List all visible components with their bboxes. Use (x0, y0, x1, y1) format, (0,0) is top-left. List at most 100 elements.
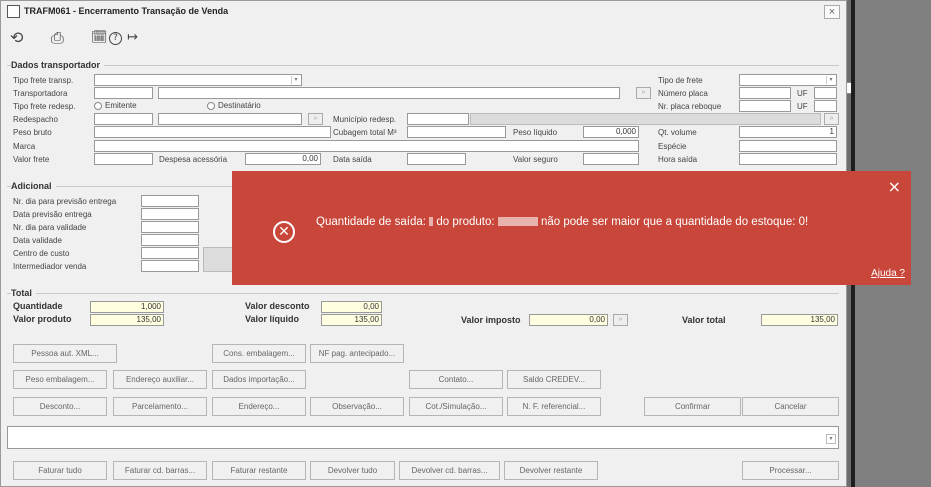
centro-custo-input[interactable] (141, 247, 199, 259)
adicional-title: Adicional (11, 181, 56, 191)
confirmar-button[interactable]: Confirmar (644, 397, 741, 416)
nr-dia-previsao-label: Nr. dia para previsão entrega (13, 197, 117, 206)
marca-input[interactable] (94, 140, 639, 152)
nr-dia-previsao-input[interactable] (141, 195, 199, 207)
data-validade-label: Data validade (13, 236, 62, 245)
valor-desconto-field: 0,00 (321, 301, 382, 313)
faturar-restante-button[interactable]: Faturar restante (212, 461, 306, 480)
close-icon[interactable]: × (888, 177, 901, 196)
cons-embalagem-button[interactable]: Cons. embalagem... (212, 344, 306, 363)
peso-bruto-input[interactable] (94, 126, 331, 138)
nf-referencial-button[interactable]: N. F. referencial... (507, 397, 601, 416)
peso-embalagem-button[interactable]: Peso embalagem... (13, 370, 107, 389)
total-title: Total (11, 288, 36, 298)
exit-icon[interactable]: ↦ (127, 30, 138, 45)
tipo-frete-redesp-label: Tipo frete redesp. (13, 102, 76, 111)
dados-importacao-button[interactable]: Dados importação... (212, 370, 306, 389)
parcelamento-button[interactable]: Parcelamento... (113, 397, 207, 416)
print-icon[interactable]: ⎙ (51, 28, 64, 48)
data-validade-input[interactable] (141, 234, 199, 246)
destinatario-radio[interactable]: Destinatário (207, 101, 261, 110)
redespacho-code-input[interactable] (94, 113, 153, 125)
emitente-radio[interactable]: Emitente (94, 101, 137, 110)
destinatario-label: Destinatário (218, 101, 261, 110)
numero-placa-input[interactable] (739, 87, 791, 99)
valor-imposto-field: 0,00 (529, 314, 608, 326)
valor-frete-label: Valor frete (13, 155, 50, 164)
observation-textbox[interactable]: ▾ (7, 426, 839, 449)
error-notification: × ✕ Quantidade de saída: do produto: não… (232, 171, 911, 285)
valor-seguro-input[interactable] (583, 153, 639, 165)
contato-button[interactable]: Contato... (409, 370, 503, 389)
endereco-auxiliar-button[interactable]: Endereço auxiliar... (113, 370, 207, 389)
cot-simulacao-button[interactable]: Cot./Simulação... (409, 397, 503, 416)
peso-liquido-input[interactable]: 0,000 (583, 126, 639, 138)
cancelar-button[interactable]: Cancelar (742, 397, 839, 416)
valor-liquido-label: Valor líquido (245, 314, 300, 324)
error-message-part3: não pode ser maior que a quantidade do e… (537, 216, 809, 228)
cubagem-input[interactable] (407, 126, 506, 138)
error-message: Quantidade de saída: do produto: não pod… (316, 215, 876, 230)
intermediador-label: Intermediador venda (13, 262, 87, 271)
window-close-button[interactable]: × (824, 5, 840, 19)
redespacho-label: Redespacho (13, 115, 58, 124)
error-message-part2: do produto: (433, 216, 498, 228)
saldo-credev-button[interactable]: Saldo CREDEV... (507, 370, 601, 389)
total-group (7, 293, 839, 333)
peso-liquido-label: Peso líquido (513, 128, 558, 137)
transportadora-name-input[interactable] (158, 87, 620, 99)
devolver-restante-button[interactable]: Devolver restante (504, 461, 598, 480)
peso-bruto-label: Peso bruto (13, 128, 52, 137)
tipo-frete-transp-label: Tipo frete transp. (13, 76, 74, 85)
valor-desconto-label: Valor desconto (245, 301, 310, 311)
valor-imposto-label: Valor imposto (461, 315, 521, 325)
desconto-button[interactable]: Desconto... (13, 397, 107, 416)
nr-placa-reboque-input[interactable] (739, 100, 791, 112)
valor-total-field: 135,00 (761, 314, 838, 326)
despesa-acessoria-label: Despesa acessória (159, 155, 228, 164)
help-link[interactable]: Ajuda ? (871, 268, 905, 279)
radio-icon (94, 101, 102, 110)
centro-custo-label: Centro de custo (13, 249, 70, 258)
redespacho-name-input[interactable] (158, 113, 302, 125)
municipio-lookup-button[interactable]: » (824, 113, 839, 125)
tipo-frete-transp-select[interactable]: ▾ (94, 74, 302, 86)
nf-pag-antecipado-button[interactable]: NF pag. antecipado... (310, 344, 404, 363)
devolver-cd-barras-button[interactable]: Devolver cd. barras... (399, 461, 500, 480)
refresh-icon[interactable]: ⟲ (10, 28, 23, 47)
observacao-button[interactable]: Observação... (310, 397, 404, 416)
transportadora-lookup-button[interactable]: » (636, 87, 651, 99)
faturar-cd-barras-button[interactable]: Faturar cd. barras... (113, 461, 207, 480)
nr-dia-validade-input[interactable] (141, 221, 199, 233)
pessoa-aut-xml-button[interactable]: Pessoa aut. XML... (13, 344, 117, 363)
intermediador-input[interactable] (141, 260, 199, 272)
municipio-name-input (470, 113, 821, 125)
valor-frete-input[interactable] (94, 153, 153, 165)
especie-input[interactable] (739, 140, 837, 152)
data-saida-input[interactable] (407, 153, 466, 165)
transportadora-label: Transportadora (13, 89, 68, 98)
uf-reboque-label: UF (797, 102, 808, 111)
endereco-button[interactable]: Endereço... (212, 397, 306, 416)
hora-saida-input[interactable] (739, 153, 837, 165)
municipio-code-input[interactable] (407, 113, 469, 125)
tipo-de-frete-select[interactable]: ▾ (739, 74, 837, 86)
chevron-down-icon[interactable]: ▾ (826, 434, 836, 444)
error-icon: ✕ (273, 221, 295, 243)
imposto-detail-button[interactable]: » (613, 314, 628, 326)
especie-label: Espécie (658, 142, 687, 151)
faturar-tudo-button[interactable]: Faturar tudo (13, 461, 107, 480)
despesa-acessoria-input[interactable]: 0,00 (245, 153, 321, 165)
qt-volume-input[interactable]: 1 (739, 126, 837, 138)
help-icon[interactable]: ? (109, 32, 122, 45)
processar-button[interactable]: Processar... (742, 461, 839, 480)
uf-reboque-input[interactable] (814, 100, 837, 112)
redespacho-lookup-button[interactable]: » (308, 113, 323, 125)
hora-saida-label: Hora saída (658, 155, 698, 164)
uf-placa-input[interactable] (814, 87, 837, 99)
radio-icon (207, 101, 215, 110)
transportadora-code-input[interactable] (94, 87, 153, 99)
calendar-icon[interactable]: 🗓 (91, 30, 108, 45)
data-previsao-input[interactable] (141, 208, 199, 220)
devolver-tudo-button[interactable]: Devolver tudo (310, 461, 395, 480)
